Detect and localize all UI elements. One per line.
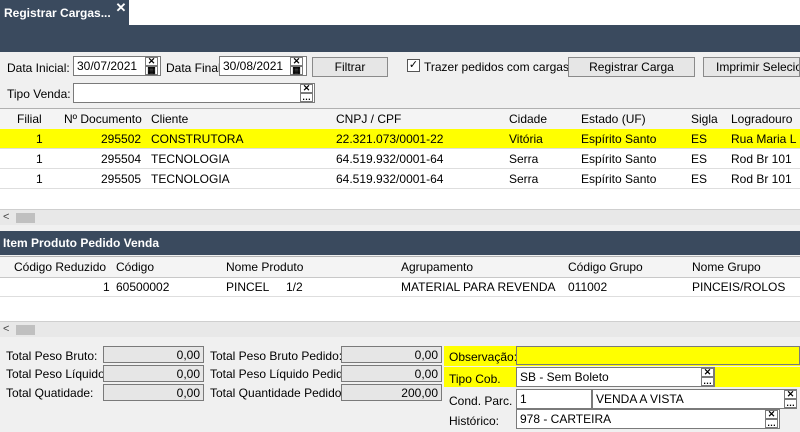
table-row[interactable]: 1 60500002 PINCEL 1/2 MATERIAL PARA REVE… [0, 277, 800, 297]
cell-sigla: ES [691, 132, 708, 146]
col-codigo-reduzido[interactable]: Código Reduzido [14, 260, 106, 274]
orders-grid-header: Filial Nº Documento Cliente CNPJ / CPF C… [0, 109, 800, 130]
cell-codigo: 60500002 [116, 280, 170, 294]
cell-agrupamento: MATERIAL PARA REVENDA [401, 280, 556, 294]
cell-codigo-grupo: 011002 [568, 280, 608, 294]
close-icon[interactable]: ✕ [114, 1, 128, 15]
total-quantidade-pedido-value: 200,00 [341, 384, 442, 401]
cell-cidade: Serra [509, 172, 539, 186]
total-quantidade-label: Total Quatidade: [6, 386, 94, 400]
col-nome-produto[interactable]: Nome Produto [226, 260, 303, 274]
col-logradouro[interactable]: Logradouro [731, 112, 792, 126]
cell-filial: 1 [36, 172, 43, 186]
orders-grid: Filial Nº Documento Cliente CNPJ / CPF C… [0, 108, 800, 225]
cell-documento: 295504 [101, 152, 142, 166]
col-documento[interactable]: Nº Documento [64, 112, 142, 126]
col-agrupamento[interactable]: Agrupamento [401, 260, 473, 274]
historico-input[interactable]: 978 - CARTEIRA [516, 409, 780, 429]
col-codigo-grupo[interactable]: Código Grupo [568, 260, 643, 274]
col-cliente[interactable]: Cliente [151, 112, 188, 126]
observacao-label: Observação: [449, 350, 518, 364]
total-peso-liquido-pedido-value: 0,00 [341, 365, 442, 382]
imprimir-selecionados-button[interactable]: Imprimir Selecionados [703, 57, 800, 77]
col-filial[interactable]: Filial [17, 112, 42, 126]
scroll-left-arrow-icon[interactable]: < [3, 211, 9, 223]
filtrar-button[interactable]: Filtrar [312, 57, 388, 77]
table-row[interactable]: 1 295502 CONSTRUTORA 22.321.073/0001-22 … [0, 129, 800, 149]
calendar-icon[interactable]: ▦ [290, 66, 303, 75]
total-peso-liquido-label: Total Peso Líquido: [6, 367, 109, 381]
tipo-venda-label: Tipo Venda: [7, 87, 71, 101]
observacao-input[interactable] [516, 346, 800, 365]
registrar-carga-button[interactable]: Registrar Carga [568, 57, 695, 77]
cell-cliente: TECNOLOGIA [151, 152, 230, 166]
cond-parc-code-input[interactable]: 1 [516, 389, 592, 409]
items-grid: Código Reduzido Código Nome Produto Agru… [0, 256, 800, 337]
cell-cnpj: 64.519.932/0001-64 [336, 152, 444, 166]
scrollbar-thumb[interactable] [16, 325, 35, 335]
col-codigo[interactable]: Código [116, 260, 154, 274]
cell-nome-grupo: PINCEIS/ROLOS [692, 280, 786, 294]
total-quantidade-pedido-label: Total Quantidade Pedido: [210, 386, 345, 400]
col-sigla[interactable]: Sigla [691, 112, 718, 126]
cell-logradouro: Rua Maria L [731, 132, 797, 146]
cell-nome-produto: PINCEL [226, 280, 270, 294]
tipo-venda-input[interactable] [73, 83, 315, 103]
cell-logradouro: Rod Br 101 [731, 152, 792, 166]
trazer-pedidos-checkbox[interactable]: ✓ [407, 59, 420, 72]
scrollbar-thumb[interactable] [16, 213, 35, 223]
items-horizontal-scrollbar[interactable]: < [0, 321, 800, 337]
historico-label: Histórico: [449, 414, 500, 428]
cell-filial: 1 [36, 132, 43, 146]
cell-logradouro: Rod Br 101 [731, 172, 792, 186]
cell-codigo-reduzido: 1 [103, 280, 110, 294]
calendar-icon[interactable]: ▦ [145, 66, 158, 75]
col-estado[interactable]: Estado (UF) [581, 112, 646, 126]
cond-parc-desc-input[interactable]: VENDA A VISTA [592, 389, 797, 409]
total-peso-liquido-pedido-label: Total Peso Líquido Pedido: [210, 367, 353, 381]
total-peso-liquido-value: 0,00 [103, 365, 204, 382]
cell-sigla: ES [691, 152, 708, 166]
table-row[interactable]: 1 295505 TECNOLOGIA 64.519.932/0001-64 S… [0, 169, 800, 189]
data-final-label: Data Final: [166, 61, 225, 75]
total-peso-bruto-pedido-label: Total Peso Bruto Pedido: [210, 349, 343, 363]
cell-estado: Espírito Santo [581, 132, 657, 146]
table-row[interactable]: 1 295504 TECNOLOGIA 64.519.932/0001-64 S… [0, 149, 800, 169]
items-grid-header: Código Reduzido Código Nome Produto Agru… [0, 257, 800, 278]
total-peso-bruto-pedido-value: 0,00 [341, 346, 442, 363]
col-nome-grupo[interactable]: Nome Grupo [692, 260, 761, 274]
total-quantidade-value: 0,00 [103, 384, 204, 401]
cell-estado: Espírito Santo [581, 172, 657, 186]
orders-horizontal-scrollbar[interactable]: < [0, 209, 800, 225]
tipo-cob-input[interactable]: SB - Sem Boleto [516, 367, 715, 387]
cond-parc-label: Cond. Parc. [449, 394, 513, 408]
scroll-left-arrow-icon[interactable]: < [3, 323, 9, 335]
cell-cliente: CONSTRUTORA [151, 132, 244, 146]
cell-cidade: Vitória [509, 132, 543, 146]
cell-filial: 1 [36, 152, 43, 166]
col-cidade[interactable]: Cidade [509, 112, 547, 126]
cell-nome-produto-medida: 1/2 [286, 280, 303, 294]
window-toolbar [0, 25, 800, 52]
cell-documento: 295502 [101, 132, 142, 146]
cell-cnpj: 64.519.932/0001-64 [336, 172, 444, 186]
items-section-title: Item Produto Pedido Venda [0, 231, 800, 255]
cell-documento: 295505 [101, 172, 142, 186]
cell-sigla: ES [691, 172, 708, 186]
cell-cidade: Serra [509, 152, 539, 166]
total-peso-bruto-label: Total Peso Bruto: [6, 349, 98, 363]
total-peso-bruto-value: 0,00 [103, 346, 204, 363]
ellipsis-icon[interactable]: … [765, 419, 778, 428]
ellipsis-icon[interactable]: … [784, 399, 797, 408]
tipo-cob-label: Tipo Cob. [449, 372, 501, 386]
cell-estado: Espírito Santo [581, 152, 657, 166]
data-inicial-label: Data Inicial: [7, 61, 70, 75]
tab-registrar-cargas[interactable]: Registrar Cargas... [0, 0, 129, 25]
cell-cnpj: 22.321.073/0001-22 [336, 132, 444, 146]
cell-cliente: TECNOLOGIA [151, 172, 230, 186]
ellipsis-icon[interactable]: … [701, 377, 714, 386]
ellipsis-icon[interactable]: … [300, 93, 313, 102]
col-cnpj[interactable]: CNPJ / CPF [336, 112, 401, 126]
trazer-pedidos-label: Trazer pedidos com cargas [424, 60, 569, 74]
